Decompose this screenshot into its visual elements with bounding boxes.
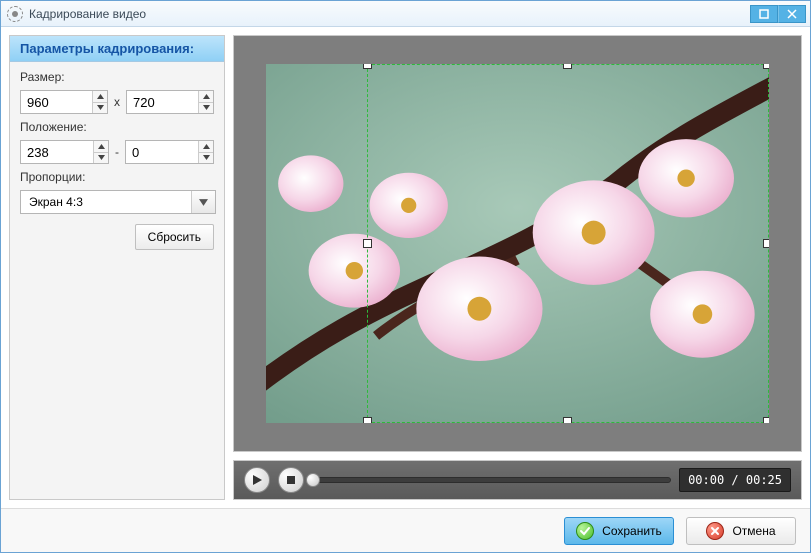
video-preview — [233, 35, 802, 452]
chevron-up-icon — [98, 144, 105, 149]
play-icon — [251, 474, 263, 486]
play-button[interactable] — [244, 467, 270, 493]
aspect-dropdown-button[interactable] — [191, 191, 215, 213]
player-controls: 00:00 / 00:25 — [233, 460, 802, 500]
height-input[interactable] — [127, 91, 198, 113]
crop-handle-nw[interactable] — [363, 64, 372, 69]
stop-button[interactable] — [278, 467, 304, 493]
cancel-icon — [706, 522, 724, 540]
app-icon — [7, 6, 23, 22]
check-icon — [576, 522, 594, 540]
chevron-down-icon — [98, 155, 105, 160]
seek-thumb[interactable] — [306, 473, 320, 487]
aspect-value: Экран 4:3 — [21, 195, 191, 209]
crop-handle-e[interactable] — [763, 239, 769, 248]
save-label: Сохранить — [602, 524, 662, 538]
size-row: x — [20, 90, 214, 114]
crop-box[interactable] — [367, 64, 769, 423]
posy-spinner[interactable] — [125, 140, 214, 164]
crop-handle-se[interactable] — [763, 417, 769, 423]
chevron-up-icon — [203, 94, 210, 99]
position-label: Положение: — [20, 120, 214, 134]
size-separator: x — [114, 95, 120, 109]
close-button[interactable] — [778, 5, 806, 23]
height-step-down[interactable] — [199, 103, 213, 114]
height-step-up[interactable] — [199, 91, 213, 103]
panel-body: Размер: x — [10, 62, 224, 258]
crop-window: Кадрирование видео Параметры кадрировани… — [0, 0, 811, 553]
crop-handle-n[interactable] — [563, 64, 572, 69]
crop-handle-ne[interactable] — [763, 64, 769, 69]
width-spinner[interactable] — [20, 90, 108, 114]
crop-handle-w[interactable] — [363, 239, 372, 248]
dialog-footer: Сохранить Отмена — [1, 508, 810, 552]
aspect-label: Пропорции: — [20, 170, 214, 184]
aspect-select[interactable]: Экран 4:3 — [20, 190, 216, 214]
height-spinner[interactable] — [126, 90, 214, 114]
width-step-up[interactable] — [93, 91, 107, 103]
size-label: Размер: — [20, 70, 214, 84]
content-area: Параметры кадрирования: Размер: x — [1, 27, 810, 508]
chevron-up-icon — [203, 144, 210, 149]
video-frame[interactable] — [266, 64, 769, 423]
save-button[interactable]: Сохранить — [564, 517, 674, 545]
posx-input[interactable] — [21, 141, 93, 163]
posy-step-down[interactable] — [199, 153, 213, 164]
chevron-down-icon — [97, 105, 104, 110]
close-icon — [787, 9, 797, 19]
position-row: - — [20, 140, 214, 164]
chevron-up-icon — [97, 94, 104, 99]
crop-handle-s[interactable] — [563, 417, 572, 423]
width-input[interactable] — [21, 91, 92, 113]
maximize-icon — [759, 9, 769, 19]
chevron-down-icon — [203, 105, 210, 110]
chevron-down-icon — [199, 199, 208, 206]
posy-input[interactable] — [126, 141, 198, 163]
position-separator: - — [115, 145, 119, 159]
panel-header: Параметры кадрирования: — [10, 36, 224, 62]
crop-handle-sw[interactable] — [363, 417, 372, 423]
cancel-button[interactable]: Отмена — [686, 517, 796, 545]
maximize-button[interactable] — [750, 5, 778, 23]
reset-button[interactable]: Сбросить — [135, 224, 214, 250]
titlebar: Кадрирование видео — [1, 1, 810, 27]
right-pane: 00:00 / 00:25 — [233, 35, 802, 500]
stop-icon — [285, 474, 297, 486]
chevron-down-icon — [203, 155, 210, 160]
posy-step-up[interactable] — [199, 141, 213, 153]
seek-bar[interactable] — [312, 477, 671, 483]
window-title: Кадрирование видео — [29, 7, 750, 21]
time-display: 00:00 / 00:25 — [679, 468, 791, 492]
posx-step-down[interactable] — [94, 153, 108, 164]
window-controls — [750, 5, 806, 23]
posx-spinner[interactable] — [20, 140, 109, 164]
posx-step-up[interactable] — [94, 141, 108, 153]
width-step-down[interactable] — [93, 103, 107, 114]
crop-parameters-panel: Параметры кадрирования: Размер: x — [9, 35, 225, 500]
cancel-label: Отмена — [732, 524, 775, 538]
